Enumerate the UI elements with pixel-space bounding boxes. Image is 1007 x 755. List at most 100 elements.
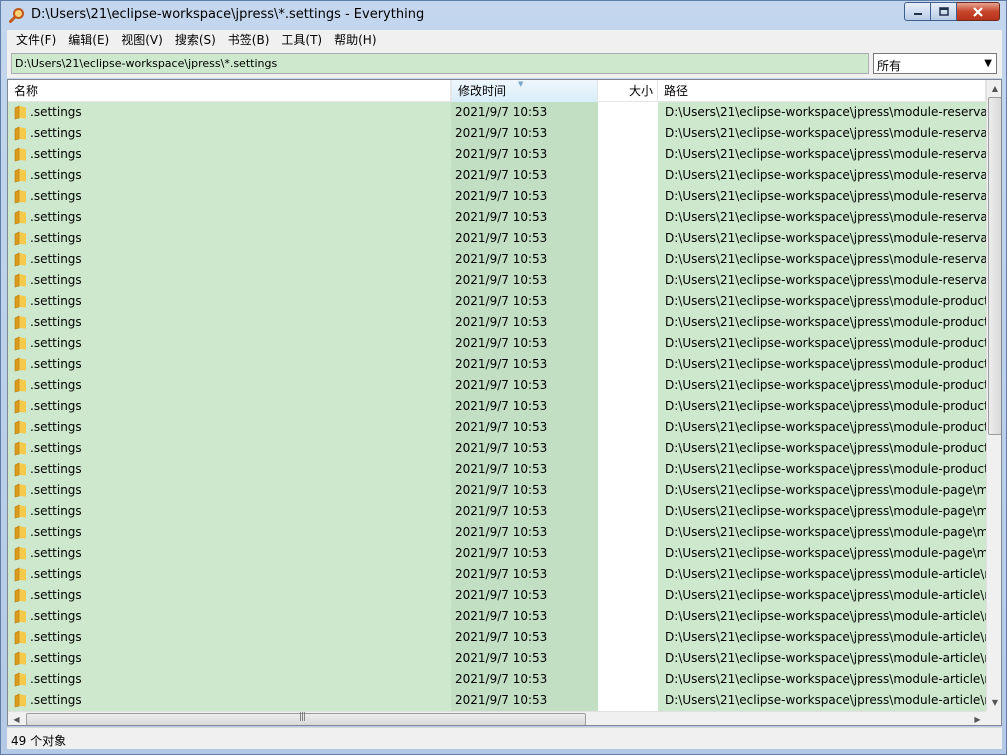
menu-bookmarks[interactable]: 书签(B) xyxy=(222,30,276,50)
folder-icon xyxy=(14,693,26,708)
table-row[interactable]: .settings 2021/9/7 10:53 D:\Users\21\eclip… xyxy=(8,501,986,522)
row-path: D:\Users\21\eclipse-workspace\jpress\mod… xyxy=(665,630,986,644)
row-size-cell xyxy=(598,543,658,564)
table-row[interactable]: .settings 2021/9/7 10:53 D:\Users\21\eclip… xyxy=(8,396,986,417)
table-row[interactable]: .settings 2021/9/7 10:53 D:\Users\21\eclip… xyxy=(8,102,986,123)
row-name: .settings xyxy=(30,672,82,686)
menu-search[interactable]: 搜索(S) xyxy=(169,30,222,50)
row-path-cell: D:\Users\21\eclipse-workspace\jpress\mod… xyxy=(658,354,986,375)
row-name-cell: .settings xyxy=(8,690,451,711)
row-name-cell: .settings xyxy=(8,396,451,417)
row-size-cell xyxy=(598,102,658,123)
table-row[interactable]: .settings 2021/9/7 10:53 D:\Users\21\eclip… xyxy=(8,123,986,144)
vertical-scroll-thumb[interactable] xyxy=(988,97,1001,435)
row-path: D:\Users\21\eclipse-workspace\jpress\mod… xyxy=(665,294,986,308)
scroll-left-icon[interactable]: ◀ xyxy=(8,712,25,725)
row-path-cell: D:\Users\21\eclipse-workspace\jpress\mod… xyxy=(658,438,986,459)
row-path: D:\Users\21\eclipse-workspace\jpress\mod… xyxy=(665,168,986,182)
menu-file[interactable]: 文件(F) xyxy=(10,30,62,50)
table-row[interactable]: .settings 2021/9/7 10:53 D:\Users\21\eclip… xyxy=(8,417,986,438)
minimize-button[interactable] xyxy=(904,2,931,21)
table-row[interactable]: .settings 2021/9/7 10:53 D:\Users\21\eclip… xyxy=(8,144,986,165)
row-size-cell xyxy=(598,396,658,417)
table-row[interactable]: .settings 2021/9/7 10:53 D:\Users\21\eclip… xyxy=(8,522,986,543)
column-header-name[interactable]: 名称 xyxy=(8,80,451,102)
folder-icon xyxy=(14,651,26,666)
table-row[interactable]: .settings 2021/9/7 10:53 D:\Users\21\eclip… xyxy=(8,606,986,627)
scroll-right-icon[interactable]: ▶ xyxy=(969,712,986,725)
search-input[interactable] xyxy=(11,53,869,74)
row-path: D:\Users\21\eclipse-workspace\jpress\mod… xyxy=(665,231,986,245)
table-row[interactable]: .settings 2021/9/7 10:53 D:\Users\21\eclip… xyxy=(8,690,986,711)
column-header-path[interactable]: 路径 xyxy=(658,80,986,102)
row-date: 2021/9/7 10:53 xyxy=(455,462,548,476)
row-path: D:\Users\21\eclipse-workspace\jpress\mod… xyxy=(665,126,986,140)
row-date: 2021/9/7 10:53 xyxy=(455,483,548,497)
horizontal-scroll-thumb[interactable]: ||| xyxy=(26,712,586,725)
row-path: D:\Users\21\eclipse-workspace\jpress\mod… xyxy=(665,378,986,392)
table-row[interactable]: .settings 2021/9/7 10:53 D:\Users\21\eclip… xyxy=(8,669,986,690)
folder-icon xyxy=(14,147,26,162)
table-row[interactable]: .settings 2021/9/7 10:53 D:\Users\21\eclip… xyxy=(8,438,986,459)
row-name-cell: .settings xyxy=(8,564,451,585)
row-date: 2021/9/7 10:53 xyxy=(455,168,548,182)
row-name-cell: .settings xyxy=(8,669,451,690)
scroll-up-icon[interactable]: ▲ xyxy=(987,80,1001,97)
row-date: 2021/9/7 10:53 xyxy=(455,441,548,455)
row-path-cell: D:\Users\21\eclipse-workspace\jpress\mod… xyxy=(658,501,986,522)
row-name: .settings xyxy=(30,357,82,371)
table-row[interactable]: .settings 2021/9/7 10:53 D:\Users\21\eclip… xyxy=(8,312,986,333)
table-row[interactable]: .settings 2021/9/7 10:53 D:\Users\21\eclip… xyxy=(8,270,986,291)
row-name-cell: .settings xyxy=(8,627,451,648)
maximize-button[interactable] xyxy=(931,2,957,21)
table-row[interactable]: .settings 2021/9/7 10:53 D:\Users\21\eclip… xyxy=(8,459,986,480)
table-row[interactable]: .settings 2021/9/7 10:53 D:\Users\21\eclip… xyxy=(8,543,986,564)
row-name-cell: .settings xyxy=(8,312,451,333)
vertical-scrollbar[interactable]: ▲ ▼ xyxy=(986,80,1001,711)
results-list: 名称 修改时间 ▼ 大小 路径 .settings 2021/9/7 10:53 D… xyxy=(7,79,1002,726)
row-path-cell: D:\Users\21\eclipse-workspace\jpress\mod… xyxy=(658,270,986,291)
filter-dropdown[interactable]: 所有 ▼ xyxy=(873,53,997,74)
menu-help[interactable]: 帮助(H) xyxy=(328,30,382,50)
row-size-cell xyxy=(598,207,658,228)
column-header-date[interactable]: 修改时间 xyxy=(451,80,598,102)
menu-edit[interactable]: 编辑(E) xyxy=(62,30,115,50)
title-bar[interactable]: D:\Users\21\eclipse-workspace\jpress\*.s… xyxy=(1,1,1006,30)
row-path: D:\Users\21\eclipse-workspace\jpress\mod… xyxy=(665,483,986,497)
close-button[interactable] xyxy=(957,2,1000,21)
row-name-cell: .settings xyxy=(8,270,451,291)
row-size-cell xyxy=(598,522,658,543)
table-row[interactable]: .settings 2021/9/7 10:53 D:\Users\21\eclip… xyxy=(8,186,986,207)
column-header-size[interactable]: 大小 xyxy=(598,80,658,102)
row-path-cell: D:\Users\21\eclipse-workspace\jpress\mod… xyxy=(658,564,986,585)
row-size-cell xyxy=(598,627,658,648)
menu-tools[interactable]: 工具(T) xyxy=(275,30,328,50)
table-row[interactable]: .settings 2021/9/7 10:53 D:\Users\21\eclip… xyxy=(8,585,986,606)
table-row[interactable]: .settings 2021/9/7 10:53 D:\Users\21\eclip… xyxy=(8,354,986,375)
table-row[interactable]: .settings 2021/9/7 10:53 D:\Users\21\eclip… xyxy=(8,480,986,501)
table-row[interactable]: .settings 2021/9/7 10:53 D:\Users\21\eclip… xyxy=(8,375,986,396)
table-row[interactable]: .settings 2021/9/7 10:53 D:\Users\21\eclip… xyxy=(8,291,986,312)
scroll-down-icon[interactable]: ▼ xyxy=(987,694,1001,711)
row-path-cell: D:\Users\21\eclipse-workspace\jpress\mod… xyxy=(658,690,986,711)
row-path-cell: D:\Users\21\eclipse-workspace\jpress\mod… xyxy=(658,585,986,606)
table-row[interactable]: .settings 2021/9/7 10:53 D:\Users\21\eclip… xyxy=(8,564,986,585)
row-date-cell: 2021/9/7 10:53 xyxy=(451,543,598,564)
row-name: .settings xyxy=(30,147,82,161)
table-row[interactable]: .settings 2021/9/7 10:53 D:\Users\21\eclip… xyxy=(8,333,986,354)
horizontal-scrollbar[interactable]: ◀ ||| ▶ xyxy=(8,711,986,725)
folder-icon xyxy=(14,315,26,330)
row-name: .settings xyxy=(30,630,82,644)
table-row[interactable]: .settings 2021/9/7 10:53 D:\Users\21\eclip… xyxy=(8,249,986,270)
row-path-cell: D:\Users\21\eclipse-workspace\jpress\mod… xyxy=(658,144,986,165)
table-row[interactable]: .settings 2021/9/7 10:53 D:\Users\21\eclip… xyxy=(8,165,986,186)
search-bar: 所有 ▼ xyxy=(7,50,1002,78)
menu-view[interactable]: 视图(V) xyxy=(115,30,169,50)
table-row[interactable]: .settings 2021/9/7 10:53 D:\Users\21\eclip… xyxy=(8,648,986,669)
row-date-cell: 2021/9/7 10:53 xyxy=(451,102,598,123)
table-row[interactable]: .settings 2021/9/7 10:53 D:\Users\21\eclip… xyxy=(8,228,986,249)
row-name-cell: .settings xyxy=(8,102,451,123)
table-row[interactable]: .settings 2021/9/7 10:53 D:\Users\21\eclip… xyxy=(8,627,986,648)
table-row[interactable]: .settings 2021/9/7 10:53 D:\Users\21\eclip… xyxy=(8,207,986,228)
folder-icon xyxy=(14,588,26,603)
